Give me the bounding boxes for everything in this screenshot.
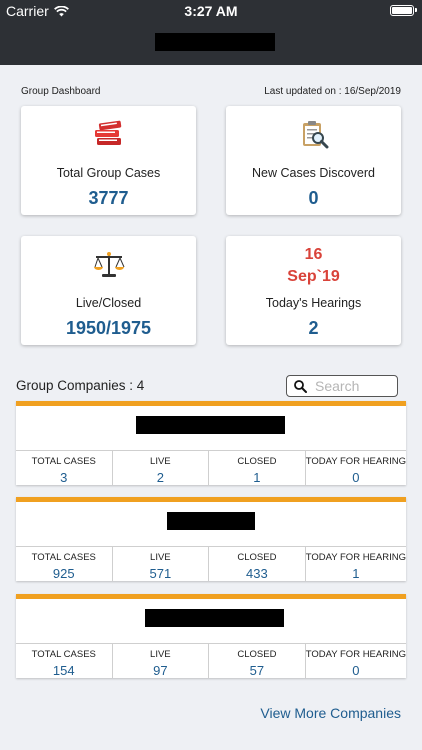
stat-today-hearing: TODAY FOR HEARING 0 xyxy=(306,644,406,678)
stat-value: 3 xyxy=(60,470,68,485)
stat-total-cases: TOTAL CASES 154 xyxy=(16,644,113,678)
stat-header: LIVE xyxy=(150,552,171,563)
stat-header: CLOSED xyxy=(237,456,277,467)
redacted-company-name xyxy=(136,416,285,434)
stat-header: TODAY FOR HEARING xyxy=(305,649,406,660)
hearing-date-month: Sep`19 xyxy=(287,268,340,285)
new-cases-value: 0 xyxy=(308,188,319,208)
stat-value: 925 xyxy=(52,566,75,581)
clipboard-search-icon xyxy=(226,120,401,150)
redacted-company-name xyxy=(145,609,284,627)
hearings-value: 2 xyxy=(308,318,319,338)
search-input[interactable] xyxy=(315,378,393,394)
live-closed-value: 1950/1975 xyxy=(65,318,152,338)
stat-value: 0 xyxy=(352,470,360,485)
last-updated-label: Last updated on : 16/Sep/2019 xyxy=(264,86,401,97)
stat-value: 1 xyxy=(253,470,261,485)
stat-closed: CLOSED 433 xyxy=(209,547,306,581)
new-cases-label: New Cases Discoverd xyxy=(252,166,375,180)
company-card[interactable]: TOTAL CASES 154 LIVE 97 CLOSED 57 TODAY … xyxy=(16,594,406,678)
stat-live: LIVE 571 xyxy=(113,547,210,581)
status-bar: Carrier 3:27 AM xyxy=(0,0,422,22)
company-stats: TOTAL CASES 154 LIVE 97 CLOSED 57 TODAY … xyxy=(16,643,406,678)
stat-header: TODAY FOR HEARING xyxy=(305,552,406,563)
stat-live: LIVE 2 xyxy=(113,451,210,485)
stat-value: 1 xyxy=(352,566,360,581)
stat-value: 571 xyxy=(149,566,172,581)
hearing-date-day: 16 xyxy=(304,246,323,263)
new-cases-card[interactable]: New Cases Discoverd 0 xyxy=(226,106,401,215)
nav-bar xyxy=(0,22,422,65)
total-cases-value: 3777 xyxy=(88,188,129,208)
books-icon xyxy=(21,120,196,148)
redacted-company-name xyxy=(167,512,255,530)
stat-header: TOTAL CASES xyxy=(31,552,96,563)
search-box[interactable] xyxy=(286,375,398,397)
view-more-companies-link[interactable]: View More Companies xyxy=(260,705,401,721)
stat-header: TOTAL CASES xyxy=(31,649,96,660)
company-card[interactable]: TOTAL CASES 3 LIVE 2 CLOSED 1 TODAY FOR … xyxy=(16,401,406,485)
stat-closed: CLOSED 57 xyxy=(209,644,306,678)
stat-total-cases: TOTAL CASES 925 xyxy=(16,547,113,581)
total-cases-label: Total Group Cases xyxy=(56,166,161,180)
stat-value: 0 xyxy=(352,663,360,678)
company-stats: TOTAL CASES 3 LIVE 2 CLOSED 1 TODAY FOR … xyxy=(16,450,406,485)
stat-header: CLOSED xyxy=(237,649,277,660)
stat-header: LIVE xyxy=(150,456,171,467)
stat-today-hearing: TODAY FOR HEARING 0 xyxy=(306,451,406,485)
stat-value: 154 xyxy=(52,663,75,678)
company-card[interactable]: TOTAL CASES 925 LIVE 571 CLOSED 433 TODA… xyxy=(16,497,406,581)
live-closed-label: Live/Closed xyxy=(75,296,142,310)
dashboard-label: Group Dashboard xyxy=(21,86,101,97)
stat-header: TOTAL CASES xyxy=(31,456,96,467)
stat-live: LIVE 97 xyxy=(113,644,210,678)
stat-value: 433 xyxy=(246,566,268,581)
battery-icon xyxy=(390,5,417,16)
stat-header: TODAY FOR HEARING xyxy=(305,456,406,467)
total-cases-card[interactable]: Total Group Cases 3777 xyxy=(21,106,196,215)
stat-closed: CLOSED 1 xyxy=(209,451,306,485)
live-closed-card[interactable]: Live/Closed 1950/1975 xyxy=(21,236,196,345)
scales-icon xyxy=(21,250,196,280)
redacted-title xyxy=(155,33,275,51)
stat-header: CLOSED xyxy=(237,552,277,563)
hearings-label: Today's Hearings xyxy=(265,296,362,310)
stat-value: 2 xyxy=(156,470,164,485)
stat-value: 97 xyxy=(153,663,168,678)
hearings-card[interactable]: 16 Sep`19 Today's Hearings 2 xyxy=(226,236,401,345)
stat-header: LIVE xyxy=(150,649,171,660)
group-companies-label: Group Companies : 4 xyxy=(16,378,145,393)
stat-value: 57 xyxy=(249,663,265,678)
search-icon xyxy=(294,379,307,393)
status-time: 3:27 AM xyxy=(184,3,238,19)
stat-total-cases: TOTAL CASES 3 xyxy=(16,451,113,485)
company-stats: TOTAL CASES 925 LIVE 571 CLOSED 433 TODA… xyxy=(16,546,406,581)
stat-today-hearing: TODAY FOR HEARING 1 xyxy=(306,547,406,581)
